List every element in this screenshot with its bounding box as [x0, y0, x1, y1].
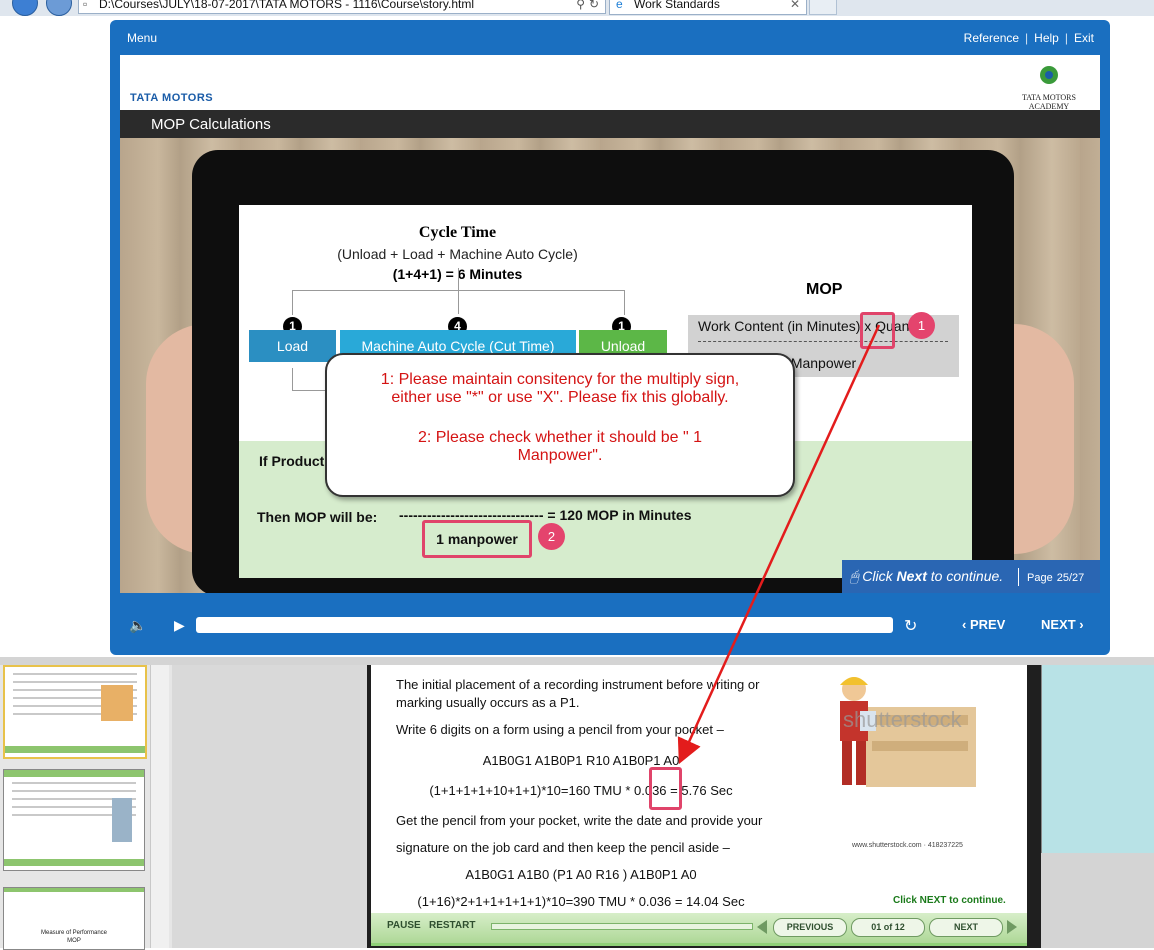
comment-line-4: Manpower".	[517, 447, 603, 464]
para-3a: Get the pencil from your pocket, write t…	[396, 813, 763, 828]
annotation-marker-2[interactable]: 2	[538, 523, 565, 550]
para-1a: The initial placement of a recording ins…	[396, 677, 760, 692]
code-line-1: A1B0G1 A1B0P1 R10 A1B0P1 A0	[482, 753, 680, 768]
search-icon[interactable]: ⚲	[576, 0, 585, 11]
code-line-2: A1B0G1 A1B0 (P1 A0 R16 ) A1B0P1 A0	[465, 867, 697, 882]
annotation-marker-1[interactable]: 1	[908, 312, 935, 339]
back-icon[interactable]	[12, 0, 38, 16]
top-links: Reference | Help | Exit	[963, 31, 1094, 45]
next-arrow-icon[interactable]	[1007, 920, 1017, 934]
academy-logo: TATA MOTORS ACADEMY	[1008, 63, 1090, 111]
mouse-icon: 🖱	[850, 568, 859, 584]
reference-link[interactable]: Reference	[964, 31, 1019, 45]
ie-icon: e	[616, 0, 623, 11]
course-preview: The initial placement of a recording ins…	[367, 665, 1041, 948]
tab-work-standards[interactable]: e Work Standards ✕	[609, 0, 807, 15]
watermark: shutterstock	[843, 707, 962, 732]
slide-thumbnails: Measure of Performance MOP	[0, 665, 172, 950]
help-link[interactable]: Help	[1034, 31, 1059, 45]
bracket-connector	[458, 268, 459, 314]
file-icon: ▫	[83, 0, 88, 11]
exit-link[interactable]: Exit	[1074, 31, 1094, 45]
academy-emblem-icon	[1040, 66, 1058, 84]
tata-motors-logo: TATA MOTORS	[130, 92, 214, 104]
refresh-icon[interactable]: ↻	[589, 0, 599, 11]
watermark-caption: www.shutterstock.com · 418237225	[852, 842, 963, 849]
previous-button[interactable]: PREVIOUS	[773, 918, 847, 937]
pause-button[interactable]: PAUSE	[387, 920, 421, 931]
close-tab-icon[interactable]: ✕	[790, 0, 800, 11]
review-comment-callout: 1: Please maintain consitency for the mu…	[325, 353, 795, 497]
load-box: Load	[249, 330, 336, 362]
multiply-sign-highlight	[649, 767, 682, 810]
then-mop-label: Then MOP will be:	[257, 509, 378, 525]
comment-line-3: 2: Please check whether it should be " 1	[417, 429, 703, 446]
course-progress[interactable]	[491, 923, 753, 930]
manpower-highlight: 1 manpower	[422, 520, 532, 558]
player-controls: 🔈 ▶ ↻ ‹ PREV NEXT ›	[110, 610, 1110, 644]
address-text: D:\Courses\JULY\18-07-2017\TATA MOTORS -…	[99, 0, 475, 11]
play-icon[interactable]: ▶	[174, 617, 185, 634]
volume-icon[interactable]: 🔈	[129, 617, 146, 634]
forward-icon[interactable]	[46, 0, 72, 16]
slide-title: MOP Calculations	[151, 116, 271, 133]
thumbnail-image	[101, 685, 133, 721]
seek-bar[interactable]	[196, 617, 893, 633]
thumbnail-title-b: MOP	[67, 938, 81, 944]
mop-title: MOP	[806, 281, 843, 298]
side-panel	[1041, 665, 1154, 853]
cycle-time-formula: (Unload + Load + Machine Auto Cycle)	[337, 246, 578, 262]
replay-icon[interactable]: ↻	[904, 616, 917, 636]
divider	[1018, 568, 1019, 586]
next-button[interactable]: NEXT	[929, 918, 1003, 937]
page-label: Page	[1027, 572, 1053, 584]
calc-line-1: (1+1+1+1+10+1+1)*10=160 TMU * 0.036 = 5.…	[429, 783, 733, 798]
empty-panel	[172, 665, 367, 948]
click-next-text: 🖱 Click Next to continue.	[850, 568, 1004, 584]
click-next-strip: 🖱 Click Next to continue. Page 25/27	[842, 560, 1100, 593]
multiply-sign-highlight	[860, 312, 895, 349]
comment-line-2: either use "*" or use "X". Please fix th…	[391, 389, 729, 406]
academy-logo-text: TATA MOTORS ACADEMY	[1022, 93, 1076, 111]
para-2: Write 6 digits on a form using a pencil …	[396, 722, 724, 737]
if-product-text: If Product	[259, 453, 325, 469]
thumbnail-image	[112, 798, 132, 842]
calc-line-2: (1+16)*2+1+1+1+1+1)*10=390 TMU * 0.036 =…	[417, 894, 745, 909]
course-player: Menu Reference | Help | Exit TATA MOTORS TAT…	[110, 20, 1110, 655]
page-counter: 01 of 12	[851, 918, 925, 937]
click-next-text: Click NEXT to continue.	[893, 895, 1006, 906]
slide-area: TATA MOTORS TATA MOTORS ACADEMY MOP Calc…	[120, 55, 1100, 593]
player-topbar: Menu Reference | Help | Exit	[110, 20, 1110, 55]
new-tab-button[interactable]	[809, 0, 837, 15]
prev-button[interactable]: ‹ PREV	[962, 617, 1005, 632]
restart-button[interactable]: RESTART	[429, 920, 475, 931]
para-1b: marking usually occurs as a P1.	[396, 695, 580, 710]
course-slide: The initial placement of a recording ins…	[371, 665, 1027, 946]
thumbnail-scrollbar[interactable]	[150, 665, 169, 948]
tab-title: Work Standards	[634, 0, 720, 11]
previous-arrow-icon[interactable]	[757, 920, 767, 934]
thumbnail-title-a: Measure of Performance	[40, 930, 108, 936]
page-value: 25/27	[1056, 572, 1085, 584]
slide-title-bar: MOP Calculations	[120, 110, 1100, 138]
page-indicator: Page 25/27	[1027, 570, 1084, 584]
slide-thumbnail[interactable]	[3, 665, 147, 759]
para-3b: signature on the job card and then keep …	[396, 840, 730, 855]
course-controls: PAUSE RESTART PREVIOUS 01 of 12 NEXT	[371, 913, 1027, 943]
menu-button[interactable]: Menu	[127, 31, 157, 45]
slide-thumbnail[interactable]	[3, 769, 145, 871]
address-bar[interactable]: ▫ D:\Courses\JULY\18-07-2017\TATA MOTORS…	[78, 0, 606, 14]
next-button[interactable]: NEXT ›	[1041, 617, 1084, 632]
slide-thumbnail[interactable]: Measure of Performance MOP	[3, 887, 145, 950]
browser-chrome: ▫ D:\Courses\JULY\18-07-2017\TATA MOTORS…	[0, 0, 1154, 16]
cycle-time-title: Cycle Time	[418, 224, 497, 241]
comment-line-1: 1: Please maintain consitency for the mu…	[380, 371, 740, 388]
fraction-line	[698, 341, 948, 342]
